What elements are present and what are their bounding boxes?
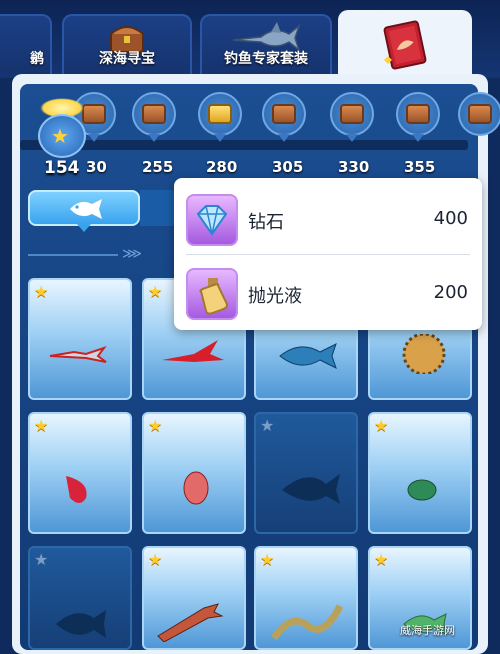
tab-deep-sea-treasure[interactable]: 深海寻宝 — [62, 14, 192, 74]
star-icon: ★ — [148, 282, 163, 301]
milestone-value: 330 — [338, 158, 370, 176]
filter-fish-button[interactable] — [28, 190, 140, 232]
tab-partial[interactable]: 鹟 — [0, 14, 52, 74]
fish-card[interactable]: ★ — [254, 412, 358, 534]
fish-card[interactable]: ★ — [368, 412, 472, 534]
tab-bar: 鹟 深海寻宝 钓鱼专家套装 — [0, 0, 500, 80]
star-icon: ★ — [34, 282, 49, 301]
reward-name: 钻石 — [248, 212, 284, 233]
section-divider — [28, 254, 118, 256]
reward-chest-node[interactable] — [198, 92, 242, 142]
squid-icon — [183, 471, 209, 505]
red-book-icon — [378, 18, 432, 76]
fish-card[interactable]: ★ — [28, 412, 132, 534]
milestone-value: 255 — [142, 158, 174, 176]
sea-turtle-icon — [407, 479, 437, 501]
chest-icon — [142, 104, 166, 124]
milestone-value: 30 — [86, 158, 107, 176]
milestone-value: 305 — [272, 158, 304, 176]
polish-bottle-icon — [186, 268, 238, 320]
locked-fish-icon — [56, 610, 106, 638]
tab-partial-label: 鹟 — [30, 51, 44, 67]
fish-card[interactable]: ★ — [142, 546, 246, 650]
salmon-icon — [157, 603, 224, 642]
chest-icon — [272, 104, 296, 124]
star-icon: ★ — [374, 550, 389, 569]
popup-divider — [186, 254, 470, 255]
star-icon: ★ — [260, 550, 275, 569]
fish-card[interactable]: ★ — [142, 412, 246, 534]
reward-chest-node[interactable] — [396, 92, 440, 142]
reward-chest-node[interactable] — [458, 92, 500, 136]
milestone-value: 355 — [404, 158, 436, 176]
fish-skeleton-icon: ⋙ — [122, 246, 142, 262]
reward-chest-node[interactable] — [330, 92, 374, 142]
star-icon: ★ — [51, 124, 69, 148]
chest-icon — [468, 104, 492, 124]
reward-chest-node[interactable] — [132, 92, 176, 142]
milestone-value: 280 — [206, 158, 238, 176]
diamond-icon — [186, 194, 238, 246]
watermark: 威海手游网 — [400, 624, 455, 637]
tab-fish-book[interactable] — [338, 10, 472, 80]
reward-name: 抛光液 — [248, 286, 302, 307]
star-icon: ★ — [34, 416, 49, 435]
reward-value: 400 — [433, 208, 468, 229]
star-icon: ★ — [374, 416, 389, 435]
fishbowl-progress-icon: ★ — [36, 98, 88, 158]
star-icon: ★ — [148, 550, 163, 569]
chest-icon — [406, 104, 430, 124]
locked-tuna-icon — [282, 474, 340, 504]
current-progress: 154 — [44, 158, 80, 178]
eel-icon — [271, 604, 344, 641]
gold-chest-icon — [208, 104, 232, 124]
pufferfish-icon — [402, 334, 446, 374]
fish-icon — [70, 199, 102, 219]
fish-card[interactable]: ★ — [28, 546, 132, 650]
fish-card[interactable]: ★ — [254, 546, 358, 650]
reward-row-diamond: 钻石 400 — [174, 184, 482, 254]
star-icon: ★ — [148, 416, 163, 435]
star-icon: ★ — [34, 550, 49, 569]
star-icon: ★ — [260, 416, 275, 435]
red-dart-fish-icon — [49, 346, 107, 363]
red-flying-fish-icon — [162, 340, 224, 362]
blue-tropical-fish-icon — [279, 343, 337, 369]
reward-chest-node[interactable] — [262, 92, 306, 142]
fish-card[interactable]: ★ — [28, 278, 132, 400]
tab-fishing-expert-set[interactable]: 钓鱼专家套装 — [200, 14, 332, 74]
reward-popup: 钻石 400 抛光液 200 — [174, 178, 482, 330]
reward-row-polish: 抛光液 200 — [174, 258, 482, 328]
chest-icon — [340, 104, 364, 124]
tab-fishing-expert-set-label: 钓鱼专家套装 — [224, 51, 308, 67]
red-shrimp-icon — [66, 476, 87, 503]
reward-value: 200 — [433, 282, 468, 303]
tab-deep-sea-treasure-label: 深海寻宝 — [99, 51, 155, 67]
